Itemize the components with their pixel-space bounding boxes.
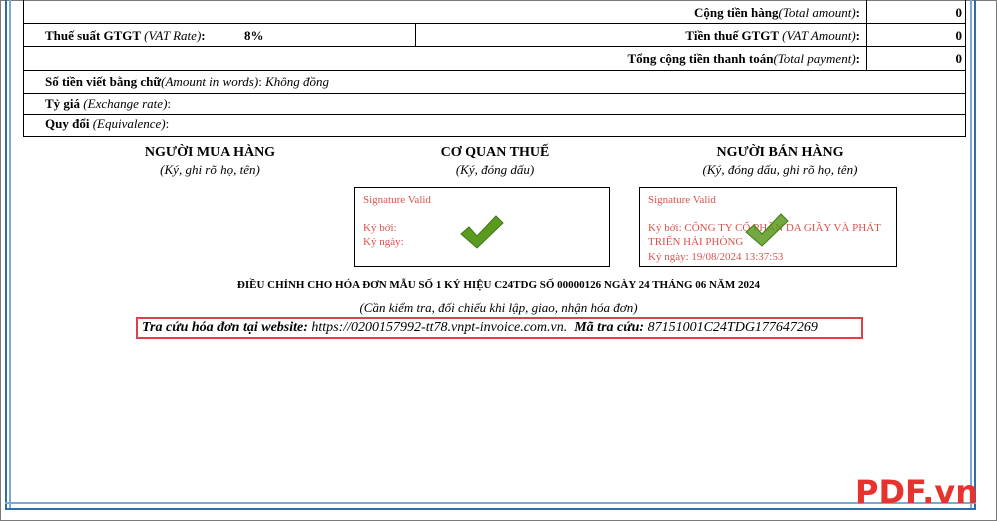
row-divider	[23, 70, 966, 71]
row-divider	[23, 114, 966, 115]
tax-signature-box: Signature Valid Ký bởi: Ký ngày:	[354, 187, 610, 267]
total-amount-value: 0	[955, 5, 963, 20]
lookup-website-label: Tra cứu hóa đơn tại website:	[142, 320, 308, 335]
adjustment-reference: ĐIỀU CHỈNH CHO HÓA ĐƠN MẪU SỐ 1 KÝ HIỆU …	[236, 279, 761, 291]
row-divider	[23, 93, 966, 94]
buyer-subtitle: (Ký, ghi rõ họ, tên)	[160, 162, 260, 177]
vat-amount-label: Tiền thuế GTGT (VAT Amount):	[685, 28, 860, 43]
seller-title: NGƯỜI BÁN HÀNG	[716, 145, 844, 160]
seller-subtitle: (Ký, đóng dấu, ghi rõ họ, tên)	[702, 162, 858, 177]
amount-in-words: Số tiền viết bằng chữ(Amount in words): …	[45, 74, 329, 89]
equivalence: Quy đổi (Equivalence):	[45, 116, 170, 131]
vat-rate-value: 8%	[244, 28, 264, 43]
tax-signer: Ký bởi:	[363, 222, 397, 234]
tax-sign-date: Ký ngày:	[363, 236, 404, 248]
verification-note: (Cần kiểm tra, đối chiếu khi lập, giao, …	[359, 300, 638, 315]
tax-signature-valid: Signature Valid	[363, 194, 431, 206]
vat-rate-label: Thuế suất GTGT (VAT Rate):	[45, 28, 206, 43]
total-amount-label: Cộng tiền hàng(Total amount):	[693, 5, 860, 20]
seller-signature-box: Signature Valid Ký bởi: CÔNG TY CỔ PHẦN …	[639, 187, 897, 267]
exchange-rate: Tỷ giá (Exchange rate):	[45, 96, 172, 111]
lookup-code: 87151001C24TDG177647269	[647, 320, 818, 335]
column-divider	[866, 0, 867, 70]
invoice-lookup-box: Tra cứu hóa đơn tại website: https://020…	[136, 317, 863, 339]
tax-subtitle: (Ký, đóng dấu)	[455, 162, 535, 177]
decorative-border-bottom	[5, 502, 976, 510]
total-payment-label: Tổng cộng tiền thanh toán(Total payment)…	[627, 51, 860, 66]
seller-signature-valid: Signature Valid	[648, 194, 716, 206]
decorative-border-right	[970, 0, 976, 510]
tax-title: CƠ QUAN THUẾ	[440, 145, 550, 160]
lookup-code-label: Mã tra cứu:	[574, 320, 645, 335]
check-icon	[745, 213, 789, 247]
column-divider	[415, 23, 416, 46]
total-payment-value: 0	[955, 51, 963, 66]
row-divider	[23, 23, 966, 24]
lookup-website-link[interactable]: https://0200157992-tt78.vnpt-invoice.com…	[311, 320, 567, 335]
decorative-border-left	[5, 0, 11, 510]
row-divider	[23, 46, 966, 47]
pdfvn-logo: PDF.vn	[855, 473, 978, 511]
buyer-title: NGƯỜI MUA HÀNG	[144, 145, 276, 160]
check-icon	[460, 215, 504, 249]
vat-amount-value: 0	[955, 28, 963, 43]
seller-sign-date: Ký ngày: 19/08/2024 13:37:53	[648, 251, 784, 263]
